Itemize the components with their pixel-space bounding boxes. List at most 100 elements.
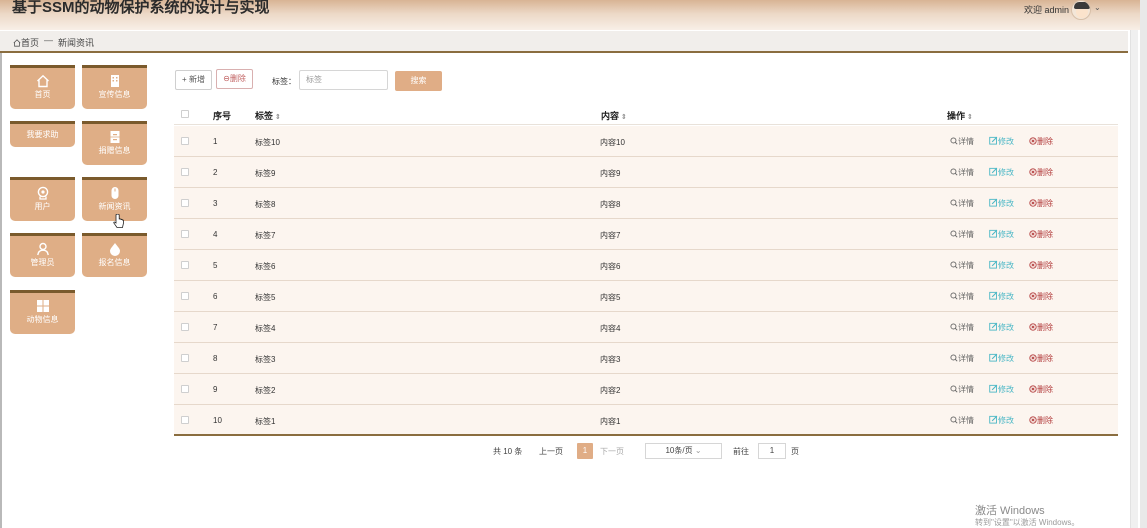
- sidebar-tile-donation[interactable]: 捐赠信息: [82, 121, 147, 165]
- edit-icon: [989, 291, 998, 300]
- delete-button[interactable]: ⊖删除: [216, 69, 253, 89]
- sidebar-tile-label: 我要求助: [26, 130, 59, 139]
- row-index: 6: [213, 292, 218, 301]
- close-circle-icon: [1029, 168, 1037, 176]
- scrollbar[interactable]: [1130, 30, 1138, 528]
- edit-label: 修改: [998, 416, 1014, 425]
- row-checkbox[interactable]: [181, 199, 189, 207]
- delete-row-button[interactable]: 删除: [1029, 415, 1053, 426]
- delete-row-button[interactable]: 删除: [1029, 384, 1053, 395]
- add-button[interactable]: + 新增: [175, 70, 212, 90]
- detail-button[interactable]: 详情: [950, 167, 974, 178]
- sidebar-tile-signup[interactable]: 报名信息: [82, 233, 147, 277]
- delete-row-button[interactable]: 删除: [1029, 260, 1053, 271]
- row-checkbox[interactable]: [181, 137, 189, 145]
- detail-button[interactable]: 详情: [950, 384, 974, 395]
- select-all-checkbox[interactable]: [181, 110, 189, 118]
- detail-button[interactable]: 详情: [950, 136, 974, 147]
- row-checkbox[interactable]: [181, 261, 189, 269]
- breadcrumb-home[interactable]: 首页: [13, 36, 39, 49]
- goto-page-input[interactable]: 1: [758, 443, 786, 459]
- edit-icon: [989, 229, 998, 238]
- header-tag-label: 标签: [255, 111, 274, 121]
- header-tag[interactable]: 标签 ⇕: [255, 109, 281, 122]
- detail-label: 详情: [958, 261, 974, 270]
- pagination-next[interactable]: 下一页: [600, 446, 624, 457]
- search-icon: [950, 385, 958, 393]
- delete-row-button[interactable]: 删除: [1029, 136, 1053, 147]
- row-tag: 标签3: [255, 355, 276, 364]
- edit-button[interactable]: 修改: [989, 229, 1014, 240]
- edit-button[interactable]: 修改: [989, 384, 1014, 395]
- table-row: 4 标签7 内容7 详情 修改 删除: [174, 219, 1118, 250]
- sidebar-tile-user[interactable]: 用户: [10, 177, 75, 221]
- delete-row-button[interactable]: 删除: [1029, 291, 1053, 302]
- edit-button[interactable]: 修改: [989, 291, 1014, 302]
- row-checkbox[interactable]: [181, 292, 189, 300]
- edit-label: 修改: [998, 292, 1014, 301]
- edit-button[interactable]: 修改: [989, 415, 1014, 426]
- edit-button[interactable]: 修改: [989, 353, 1014, 364]
- row-content: 内容6: [600, 262, 621, 271]
- edit-label: 修改: [998, 137, 1014, 146]
- table-bottom-rule: [174, 434, 1118, 436]
- row-checkbox[interactable]: [181, 323, 189, 331]
- delete-row-button[interactable]: 删除: [1029, 353, 1053, 364]
- detail-button[interactable]: 详情: [950, 198, 974, 209]
- search-icon: [950, 323, 958, 331]
- detail-button[interactable]: 详情: [950, 415, 974, 426]
- sidebar-tile-home[interactable]: 首页: [10, 65, 75, 109]
- detail-button[interactable]: 详情: [950, 291, 974, 302]
- header-content[interactable]: 内容 ⇕: [601, 109, 627, 122]
- detail-label: 详情: [958, 354, 974, 363]
- detail-label: 详情: [958, 323, 974, 332]
- delete-row-button[interactable]: 删除: [1029, 198, 1053, 209]
- edit-icon: [989, 260, 998, 269]
- row-tag: 标签5: [255, 293, 276, 302]
- sidebar-tile-admin[interactable]: 管理员: [10, 233, 75, 277]
- edit-button[interactable]: 修改: [989, 322, 1014, 333]
- search-button[interactable]: 搜索: [395, 71, 442, 91]
- detail-button[interactable]: 详情: [950, 260, 974, 271]
- search-icon: [950, 261, 958, 269]
- row-tag: 标签10: [255, 138, 280, 147]
- edit-button[interactable]: 修改: [989, 167, 1014, 178]
- edit-button[interactable]: 修改: [989, 136, 1014, 147]
- pagination-current-page[interactable]: 1: [577, 443, 593, 459]
- delete-label: 删除: [1037, 292, 1053, 301]
- delete-row-button[interactable]: 删除: [1029, 322, 1053, 333]
- chevron-down-icon[interactable]: ⌄: [1094, 3, 1101, 12]
- row-checkbox[interactable]: [181, 230, 189, 238]
- delete-row-button[interactable]: 删除: [1029, 229, 1053, 240]
- tag-search-input[interactable]: 标签: [299, 70, 388, 90]
- edit-label: 修改: [998, 261, 1014, 270]
- edit-button[interactable]: 修改: [989, 198, 1014, 209]
- detail-button[interactable]: 详情: [950, 322, 974, 333]
- delete-label: 删除: [1037, 323, 1053, 332]
- avatar[interactable]: [1071, 0, 1091, 20]
- delete-label: 删除: [1037, 199, 1053, 208]
- mouse-icon: [111, 187, 118, 199]
- pagination-prev[interactable]: 上一页: [539, 446, 563, 457]
- app-title: 基于SSM的动物保护系统的设计与实现: [12, 0, 270, 16]
- row-content: 内容4: [600, 324, 621, 333]
- sidebar-tile-label: 动物信息: [26, 315, 59, 324]
- sidebar-tile-publicity[interactable]: 宣传信息: [82, 65, 147, 109]
- edit-label: 修改: [998, 323, 1014, 332]
- sort-icon: ⇕: [275, 114, 281, 121]
- delete-label: 删除: [1037, 385, 1053, 394]
- page-size-select[interactable]: 10条/页 ⌄: [645, 443, 722, 459]
- row-checkbox[interactable]: [181, 168, 189, 176]
- header-actions[interactable]: 操作 ⇕: [947, 109, 973, 122]
- detail-label: 详情: [958, 292, 974, 301]
- sidebar-tile-animal[interactable]: 动物信息: [10, 290, 75, 334]
- sidebar-tile-help[interactable]: 我要求助: [10, 121, 75, 147]
- delete-row-button[interactable]: 删除: [1029, 167, 1053, 178]
- row-checkbox[interactable]: [181, 385, 189, 393]
- detail-button[interactable]: 详情: [950, 229, 974, 240]
- close-circle-icon: [1029, 292, 1037, 300]
- detail-button[interactable]: 详情: [950, 353, 974, 364]
- edit-button[interactable]: 修改: [989, 260, 1014, 271]
- row-checkbox[interactable]: [181, 416, 189, 424]
- row-checkbox[interactable]: [181, 354, 189, 362]
